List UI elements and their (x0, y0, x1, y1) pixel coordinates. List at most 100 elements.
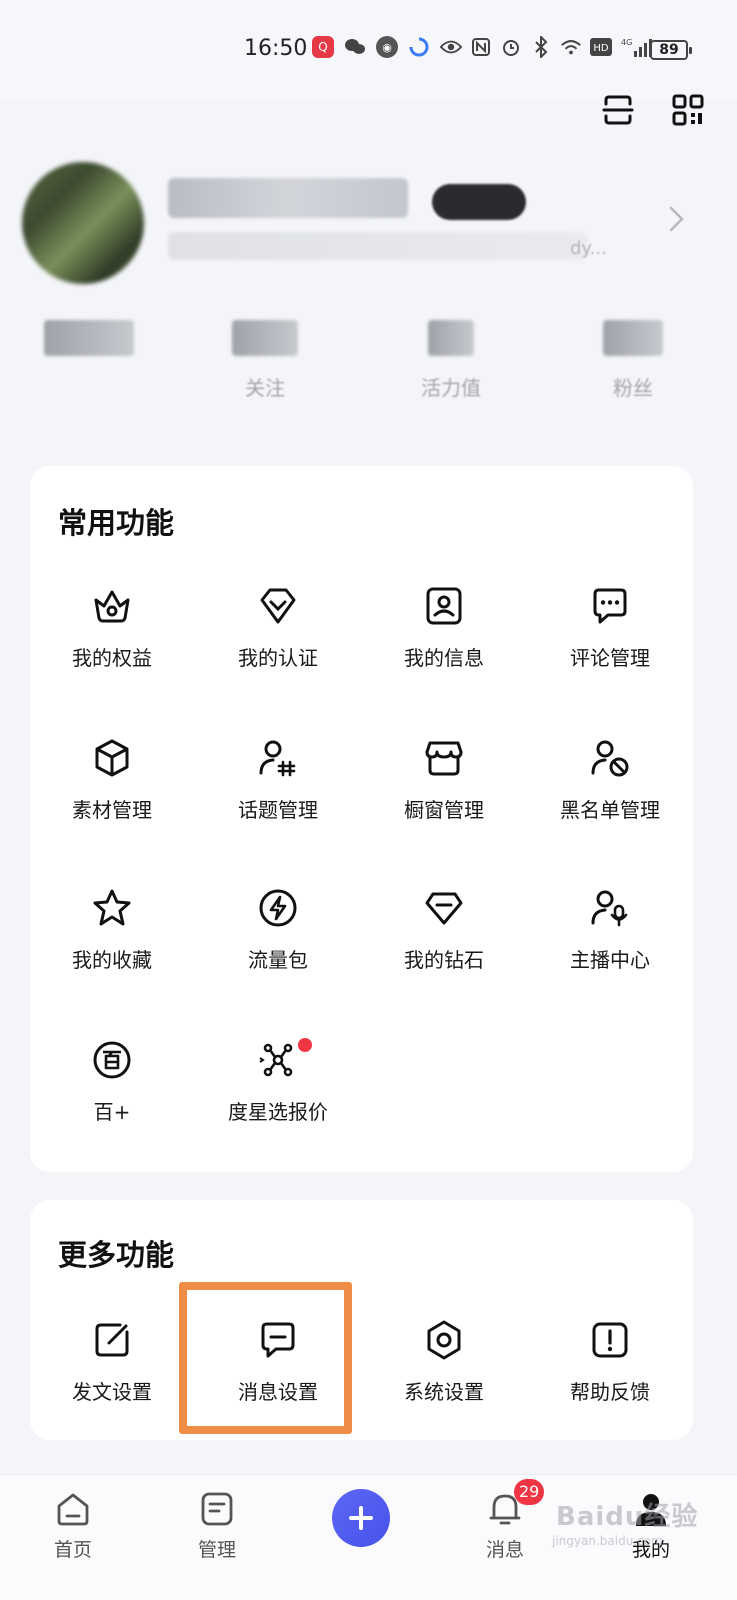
nav-tab-manage[interactable]: 管理 (172, 1489, 262, 1562)
grid-item-label: 我的收藏 (72, 948, 152, 972)
grid-item-label: 帮助反馈 (570, 1380, 650, 1404)
grid-item-anchor-center[interactable]: 主播中心 (530, 886, 690, 1006)
stat-label: 粉丝 (613, 376, 653, 400)
grid-item-my-info[interactable]: 我的信息 (364, 584, 524, 704)
shield-check-icon (260, 588, 296, 624)
plus-icon (349, 1506, 373, 1530)
scan-button[interactable] (600, 92, 636, 128)
more-functions-card: 更多功能 发文设置 消息设置 系统设置 帮助反馈 (30, 1200, 693, 1440)
grid-item-my-favorites[interactable]: 我的收藏 (32, 886, 192, 1006)
stat-label: 关注 (245, 376, 285, 400)
grid-item-bai-plus[interactable]: 百+ (32, 1038, 192, 1158)
cube-icon (95, 739, 129, 777)
watermark-url: jingyan.baidu.com (552, 1534, 663, 1548)
comment-icon (593, 588, 627, 624)
star-icon (93, 889, 131, 926)
audio-app-icon: ◉ (376, 36, 398, 58)
stat-following[interactable]: 关注 (190, 320, 340, 401)
grid-item-my-diamonds[interactable]: 我的钻石 (364, 886, 524, 1006)
more-functions-title: 更多功能 (58, 1238, 175, 1272)
wechat-icon (344, 36, 366, 58)
scan-icon (602, 95, 634, 125)
grid-item-label: 发文设置 (72, 1380, 152, 1404)
grid-item-label: 主播中心 (570, 948, 650, 972)
stat-value-redacted (44, 320, 134, 356)
qr-code-icon (672, 94, 704, 126)
wifi-icon (560, 36, 582, 58)
profile-bio-tail: dy... (570, 238, 607, 259)
storefront-icon (425, 741, 463, 776)
qq-app-icon: Q (312, 36, 334, 58)
grid-item-label: 我的信息 (404, 646, 484, 670)
stat-label: 活力值 (421, 376, 481, 400)
grid-item-showcase-management[interactable]: 橱窗管理 (364, 736, 524, 856)
profile-chevron-right-icon[interactable] (666, 204, 688, 234)
watermark-logo: Baidu经验 (556, 1502, 699, 1532)
grid-item-my-certification[interactable]: 我的认证 (198, 584, 358, 704)
grid-item-help-feedback[interactable]: 帮助反馈 (530, 1318, 690, 1438)
grid-item-label: 我的钻石 (404, 948, 484, 972)
grid-item-label: 流量包 (248, 948, 308, 972)
grid-item-material-management[interactable]: 素材管理 (32, 736, 192, 856)
avatar[interactable] (22, 162, 144, 284)
unread-badge: 29 (514, 1479, 545, 1505)
common-functions-card: 常用功能 我的权益 我的认证 我的信息 评论管理 素材管理 话题管理 橱窗管理 … (30, 466, 693, 1172)
new-indicator-dot (298, 1038, 312, 1052)
home-icon (57, 1493, 89, 1526)
grid-item-system-settings[interactable]: 系统设置 (364, 1318, 524, 1438)
grid-item-label: 素材管理 (72, 798, 152, 822)
nav-tab-home[interactable]: 首页 (28, 1489, 118, 1562)
common-functions-title: 常用功能 (58, 506, 175, 540)
grid-item-post-settings[interactable]: 发文设置 (32, 1318, 192, 1438)
grid-item-comment-management[interactable]: 评论管理 (530, 584, 690, 704)
svg-text:HD: HD (593, 43, 609, 54)
settings-icon (427, 1320, 461, 1360)
grid-item-star-quote[interactable]: 度星选报价 (198, 1038, 358, 1158)
signal-icon: 4G (620, 36, 654, 58)
nav-label: 管理 (197, 1539, 236, 1561)
bai-plus-icon (93, 1041, 131, 1079)
stat-followers[interactable]: 粉丝 (558, 320, 708, 401)
stat-vitality[interactable]: 活力值 (376, 320, 526, 401)
lightning-icon (259, 889, 297, 927)
crown-icon (94, 590, 130, 623)
edit-icon (95, 1323, 129, 1357)
grid-item-label: 话题管理 (238, 798, 318, 822)
eye-icon (440, 36, 462, 58)
id-card-icon (426, 587, 462, 625)
bluetooth-icon (530, 36, 552, 58)
highlight-annotation (179, 1282, 352, 1434)
battery-indicator: 89 (650, 40, 692, 60)
grid-item-my-benefits[interactable]: 我的权益 (32, 584, 192, 704)
grid-item-blacklist-management[interactable]: 黑名单管理 (530, 736, 690, 856)
alarm-icon (500, 36, 522, 58)
grid-item-label: 我的认证 (238, 646, 318, 670)
stat-value-redacted (603, 320, 663, 356)
status-app-icons: Q ◉ (312, 36, 430, 58)
qr-code-button[interactable] (670, 92, 706, 128)
grid-item-label: 百+ (93, 1100, 131, 1124)
user-block-icon (591, 740, 629, 777)
stat-value-redacted (232, 320, 298, 356)
diamond-icon (425, 892, 463, 925)
create-post-button[interactable] (332, 1489, 390, 1547)
nfc-icon (470, 36, 492, 58)
nav-label: 消息 (485, 1539, 524, 1561)
svg-text:4G: 4G (621, 38, 632, 47)
alert-icon (592, 1322, 628, 1358)
grid-item-topic-management[interactable]: 话题管理 (198, 736, 358, 856)
status-system-icons: HD 4G (440, 36, 654, 58)
nav-label: 首页 (53, 1539, 92, 1561)
loading-app-icon (408, 36, 430, 58)
document-icon (201, 1492, 233, 1526)
status-time: 16:50 (244, 36, 308, 61)
status-bar: 16:50 Q ◉ HD 4G 89 (0, 0, 737, 100)
stat-works[interactable] (14, 320, 164, 372)
nav-tab-messages[interactable]: 29 消息 (460, 1479, 550, 1562)
profile-name-redacted[interactable] (168, 178, 408, 218)
user-hashtag-icon (259, 740, 296, 777)
grid-item-traffic-package[interactable]: 流量包 (198, 886, 358, 1006)
grid-item-label: 度星选报价 (228, 1100, 328, 1124)
profile-bio-redacted (168, 232, 588, 260)
molecule-icon (259, 1043, 293, 1077)
